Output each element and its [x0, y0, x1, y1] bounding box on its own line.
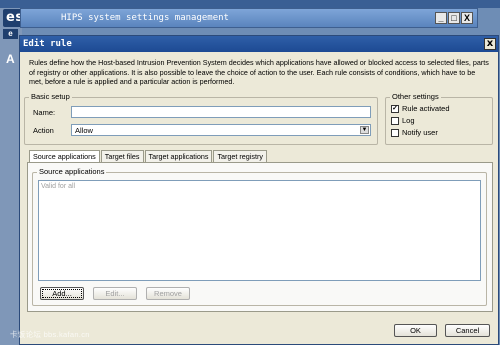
- notify-user-checkbox-box[interactable]: [391, 128, 399, 137]
- tab-target-registry[interactable]: Target registry: [213, 150, 267, 162]
- cancel-button[interactable]: Cancel: [445, 324, 490, 337]
- name-label: Name:: [33, 108, 56, 117]
- background-a-letter: A: [6, 52, 15, 66]
- edit-rule-dialog: Edit rule x Rules define how the Host-ba…: [19, 35, 499, 345]
- close-icon[interactable]: X: [461, 12, 473, 24]
- log-checkbox-box[interactable]: [391, 116, 399, 125]
- rule-activated-label: Rule activated: [402, 104, 450, 113]
- action-select[interactable]: Allow ▼: [71, 124, 371, 136]
- rule-activated-checkbox[interactable]: ✓ Rule activated: [391, 104, 450, 113]
- checkmark-icon[interactable]: ✓: [391, 104, 399, 113]
- hips-window-title: HIPS system settings management: [61, 13, 229, 23]
- source-applications-legend: Source applications: [37, 167, 107, 176]
- action-label: Action: [33, 126, 54, 135]
- ok-button[interactable]: OK: [394, 324, 437, 337]
- watermark: 卡饭论坛 bbs.kafan.cn: [10, 330, 90, 339]
- chevron-down-icon[interactable]: ▼: [360, 126, 369, 134]
- basic-setup-legend: Basic setup: [29, 92, 72, 101]
- action-selected-value: Allow: [75, 126, 93, 135]
- remove-button[interactable]: Remove: [146, 287, 190, 300]
- hips-settings-window-titlebar: HIPS system settings management _ □ X: [20, 8, 478, 28]
- add-button[interactable]: Add...: [40, 287, 84, 300]
- hips-window-controls: _ □ X: [435, 12, 473, 24]
- dialog-close-icon[interactable]: x: [484, 38, 496, 50]
- log-checkbox[interactable]: Log: [391, 116, 415, 125]
- source-applications-list[interactable]: Valid for all: [38, 180, 481, 281]
- notify-user-checkbox[interactable]: Notify user: [391, 128, 438, 137]
- log-label: Log: [402, 116, 415, 125]
- background-titlebar: [0, 0, 500, 8]
- dialog-titlebar: Edit rule x: [20, 36, 498, 52]
- rule-description: Rules define how the Host-based Intrusio…: [29, 58, 489, 86]
- tab-target-applications[interactable]: Target applications: [144, 150, 213, 162]
- other-settings-legend: Other settings: [390, 92, 441, 101]
- other-settings-group: Other settings ✓ Rule activated Log Noti…: [385, 92, 493, 145]
- minimize-icon[interactable]: _: [435, 12, 447, 24]
- maximize-icon[interactable]: □: [448, 12, 460, 24]
- edit-button[interactable]: Edit...: [93, 287, 137, 300]
- name-input[interactable]: [71, 106, 371, 118]
- list-item[interactable]: Valid for all: [41, 183, 75, 190]
- source-applications-group: Source applications Valid for all Add...…: [32, 167, 487, 306]
- dialog-title: Edit rule: [23, 39, 72, 49]
- background-e-letter: e: [3, 29, 18, 39]
- tab-target-files[interactable]: Target files: [100, 150, 144, 162]
- notify-user-label: Notify user: [402, 128, 438, 137]
- basic-setup-group: Basic setup Name: Action Allow ▼: [24, 92, 378, 145]
